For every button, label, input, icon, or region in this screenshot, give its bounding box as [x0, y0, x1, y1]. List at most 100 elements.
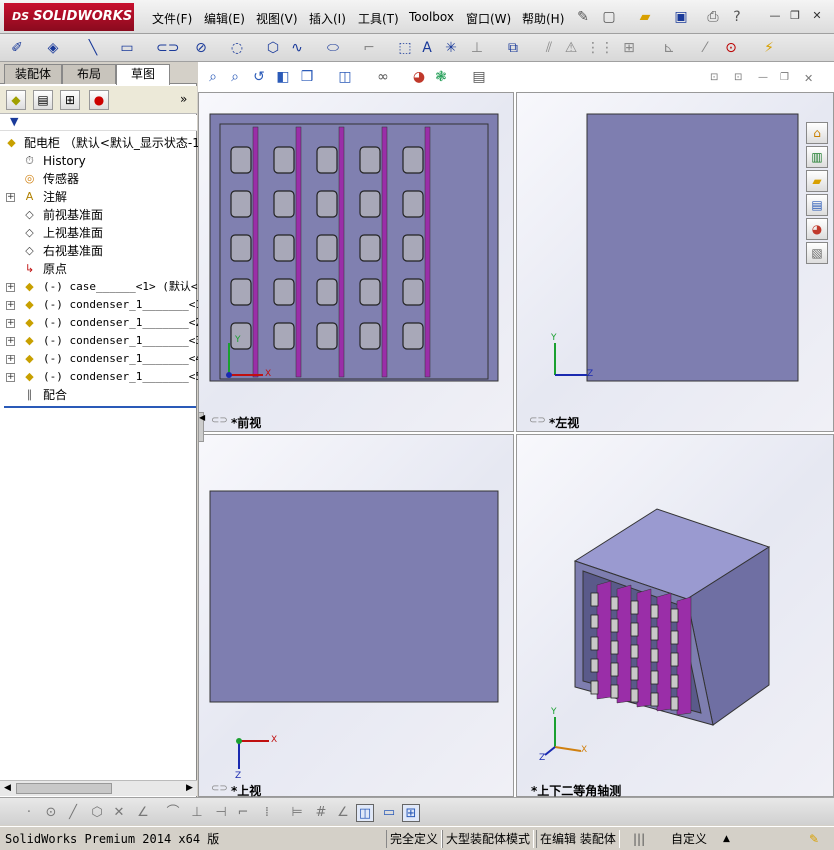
solidworks-logo[interactable]: DS SOLIDWORKS — [4, 3, 134, 31]
scrollbar-thumb[interactable] — [16, 783, 112, 794]
polygon-icon[interactable]: ⬡ — [88, 804, 106, 822]
angle-snap-icon[interactable]: ∠ — [334, 804, 352, 822]
view-settings-icon[interactable]: ▤ — [470, 68, 488, 86]
help-icon[interactable]: ? — [728, 8, 746, 26]
view-orientation-icon[interactable]: ❒ — [298, 68, 316, 86]
move-entities-icon[interactable]: ⊞ — [620, 39, 638, 57]
ellipse-icon[interactable]: ⬭ — [324, 39, 342, 57]
apply-scene-icon[interactable]: ❃ — [432, 68, 450, 86]
polygon-icon[interactable]: ⬡ — [264, 39, 282, 57]
viewport-front[interactable]: Y X ⊂⊃ *前视 — [198, 92, 514, 432]
tree-item[interactable]: + ◆ (-) condenser_1_______<3> — [0, 332, 209, 350]
perpendicular-icon[interactable]: ⊥ — [188, 804, 206, 822]
previous-view-icon[interactable]: ↺ — [250, 68, 268, 86]
restore-icon[interactable]: ❐ — [788, 10, 802, 22]
repair-sketch-icon[interactable]: ⁄ — [696, 39, 714, 57]
rectangle-icon[interactable]: ▭ — [118, 39, 136, 57]
arc-icon[interactable]: ◌ — [228, 39, 246, 57]
tree-item[interactable]: ◎ 传感器 — [0, 170, 197, 188]
tree-item[interactable]: ⏱ History — [0, 152, 197, 170]
four-view-icon[interactable]: ⊞ — [402, 804, 420, 822]
corner-icon[interactable]: ⌐ — [234, 804, 252, 822]
tree-filter[interactable]: ▼ — [0, 115, 197, 131]
open-folder-icon[interactable]: ▰ — [636, 8, 654, 26]
linear-pattern-icon[interactable]: ⋮⋮ — [586, 39, 614, 57]
mirror-icon[interactable]: ⚠ — [562, 39, 580, 57]
tree-item[interactable]: ◇ 上视基准面 — [0, 224, 197, 242]
expand-toggle-icon[interactable]: + — [6, 283, 15, 292]
design-library-icon[interactable]: ▥ — [806, 146, 828, 168]
pin-icon[interactable]: ✎ — [574, 8, 592, 26]
panel-collapse-handle[interactable]: ◀ — [198, 412, 205, 442]
menu-file[interactable]: 文件(F) — [152, 10, 192, 27]
spline-icon[interactable]: ∿ — [288, 39, 306, 57]
new-document-icon[interactable]: ▢ — [600, 8, 618, 26]
menu-edit[interactable]: 编辑(E) — [204, 10, 245, 27]
two-view-icon[interactable]: ▭ — [380, 804, 398, 822]
tree-horizontal-scrollbar[interactable]: ◀ ▶ — [0, 780, 197, 796]
iso-view-icon[interactable]: ◫ — [356, 804, 374, 822]
section-view-icon[interactable]: ◧ — [274, 68, 292, 86]
circle-icon[interactable]: ⊘ — [192, 39, 210, 57]
line-icon[interactable]: ╲ — [84, 39, 102, 57]
rollback-bar[interactable] — [4, 406, 196, 408]
expand-toggle-icon[interactable]: + — [6, 373, 15, 382]
tree-item[interactable]: + ◆ (-) condenser_1_______<5> — [0, 368, 209, 386]
menu-help[interactable]: 帮助(H) — [522, 10, 564, 27]
solidworks-resources-icon[interactable]: ⌂ — [806, 122, 828, 144]
menu-toolbox[interactable]: Toolbox — [409, 10, 454, 24]
angle-icon[interactable]: ∠ — [134, 804, 152, 822]
tree-item[interactable]: + ◆ (-) condenser_1_______<2> — [0, 314, 209, 332]
sketch-icon[interactable]: ✐ — [8, 39, 26, 57]
zoom-area-icon[interactable]: ⌕ — [226, 68, 244, 86]
link-views-icon[interactable]: ⊡ — [710, 72, 718, 83]
quick-snaps-icon[interactable]: ⊙ — [722, 39, 740, 57]
menu-view[interactable]: 视图(V) — [256, 10, 298, 27]
edit-appearance-icon[interactable]: ◕ — [410, 68, 428, 86]
zoom-to-fit-icon[interactable]: ⌕ — [204, 68, 222, 86]
tree-item[interactable]: ◇ 右视基准面 — [0, 242, 197, 260]
intersection-icon[interactable]: ✕ — [110, 804, 128, 822]
close-icon[interactable]: ✕ — [810, 10, 824, 22]
circle-icon[interactable]: ⊙ — [42, 804, 60, 822]
scroll-left-icon[interactable]: ◀ — [4, 783, 11, 793]
tree-item[interactable]: ∥ 配合 — [0, 386, 197, 404]
expand-toggle-icon[interactable]: + — [6, 319, 15, 328]
tree-item[interactable]: ↳ 原点 — [0, 260, 197, 278]
display-manager-icon[interactable]: ● — [89, 90, 109, 110]
graphics-area[interactable]: ⌕ ⌕ ↺ ◧ ❒ ◫ ∞ ◕ ❃ ▤ ⊡ ⊡ — ❐ ✕ Y X ⊂⊃ *前视 — [198, 62, 834, 798]
tree-item[interactable]: ◇ 前视基准面 — [0, 206, 197, 224]
fillet-icon[interactable]: ⌐ — [360, 39, 378, 57]
menu-window[interactable]: 窗口(W) — [466, 10, 511, 27]
convert-entities-icon[interactable]: ⧉ — [504, 39, 522, 57]
tree-item[interactable]: + ◆ (-) condenser_1_______<1> — [0, 296, 209, 314]
configuration-manager-icon[interactable]: ⊞ — [60, 90, 80, 110]
menu-tools[interactable]: 工具(T) — [358, 10, 399, 27]
tree-root[interactable]: ◆ 配电柜 （默认<默认_显示状态-1 — [0, 134, 200, 152]
grid-icon[interactable]: # — [312, 804, 330, 822]
save-icon[interactable]: ▣ — [672, 8, 690, 26]
line-icon[interactable]: ╱ — [64, 804, 82, 822]
scroll-right-icon[interactable]: ▶ — [186, 783, 193, 793]
vp-close-icon[interactable]: ✕ — [804, 72, 813, 85]
viewport-top[interactable]: X Z ⊂⊃ *上视 — [198, 434, 514, 798]
vp-minimize-icon[interactable]: — — [758, 72, 768, 83]
tab-layout[interactable]: 布局 — [62, 64, 116, 84]
feature-tree-icon[interactable]: ◆ — [6, 90, 26, 110]
tree-item[interactable]: + ◆ (-) case______<1> (默认< — [0, 278, 197, 296]
file-explorer-icon[interactable]: ▰ — [806, 170, 828, 192]
property-manager-icon[interactable]: ▤ — [33, 90, 53, 110]
display-style-icon[interactable]: ◫ — [336, 68, 354, 86]
point-icon[interactable]: ✳ — [442, 39, 460, 57]
tree-item[interactable]: + ◆ (-) condenser_1_______<4> — [0, 350, 209, 368]
appearances-icon[interactable]: ◕ — [806, 218, 828, 240]
point-icon[interactable]: · — [20, 804, 38, 822]
grid-snap-icon[interactable]: ⁞ — [258, 804, 276, 822]
relations-icon[interactable]: ⊾ — [660, 39, 678, 57]
offset-icon[interactable]: ⫽ — [540, 39, 558, 57]
dimension-icon[interactable]: ⊨ — [288, 804, 306, 822]
expand-toggle-icon[interactable]: + — [6, 337, 15, 346]
filter-icon[interactable]: ▼ — [10, 115, 18, 128]
viewport-isometric[interactable]: Y X Z *上下二等角轴测 — [516, 434, 834, 798]
expand-toggle-icon[interactable]: + — [6, 301, 15, 310]
